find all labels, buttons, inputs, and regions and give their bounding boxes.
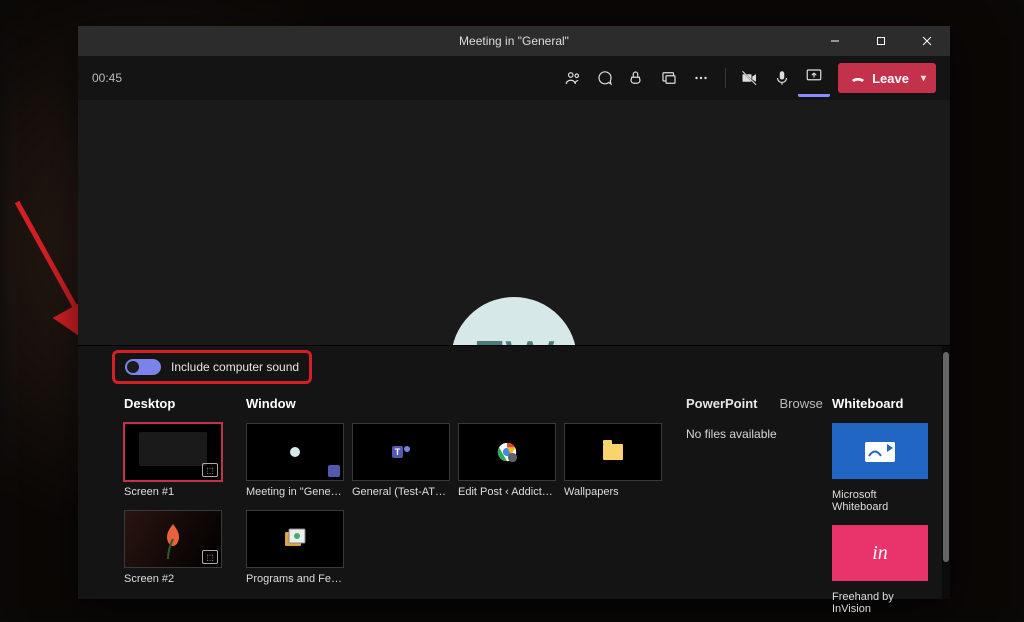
tab-browse[interactable]: Browse [780,396,823,411]
close-button[interactable] [904,26,950,56]
programs-icon [283,528,307,550]
share-window-0[interactable]: Meeting in "General" | M... [246,423,342,498]
no-files-label: No files available [686,427,806,441]
meeting-toolbar: 00:45 Leave ▾ [78,56,950,100]
whiteboard-invision[interactable]: in Freehand by InVision [832,525,928,615]
monitor-icon: ⬚ [202,463,218,477]
mic-icon[interactable] [766,62,798,94]
folder-icon [603,444,623,460]
maximize-button[interactable] [858,26,904,56]
participants-icon[interactable] [557,62,589,94]
whiteboard-section: Whiteboard Microsoft Whiteboard in Freeh… [832,396,928,585]
share-desktop-screen1[interactable]: ⬚ Screen #1 [124,423,220,498]
flower-thumb-icon [158,519,188,559]
section-header-desktop: Desktop [124,396,220,411]
share-desktop-screen2[interactable]: ⬚ Screen #2 [124,510,220,585]
share-icon[interactable] [798,60,830,97]
toolbar-divider [725,68,726,88]
include-sound-highlight: Include computer sound [112,350,312,384]
whiteboard-ms[interactable]: Microsoft Whiteboard [832,423,928,513]
share-tray-scrollbar[interactable] [942,346,950,599]
invision-icon: in [872,542,888,565]
window-title: Meeting in "General" [459,34,569,48]
share-window-3[interactable]: Wallpapers [564,423,660,498]
teams-icon: T [389,440,413,464]
share-window-2[interactable]: Edit Post ‹ AddictiveTips ... [458,423,554,498]
hangup-icon [850,70,866,86]
include-sound-toggle[interactable] [125,359,161,375]
rooms-icon[interactable] [653,62,685,94]
reactions-icon[interactable] [621,62,653,94]
tab-powerpoint[interactable]: PowerPoint [686,396,758,411]
chevron-down-icon: ▾ [921,73,926,84]
share-window-1[interactable]: T General (Test-AT) | Micro... [352,423,448,498]
svg-text:T: T [395,447,401,457]
minimize-button[interactable] [812,26,858,56]
share-tray: Include computer sound Desktop ⬚ Screen … [78,345,950,599]
whiteboard-icon [863,438,897,464]
monitor-icon: ⬚ [202,550,218,564]
powerpoint-section: PowerPoint Browse No files available [686,396,806,585]
more-icon[interactable] [685,62,717,94]
share-window-4[interactable]: Programs and Features [246,510,342,585]
titlebar: Meeting in "General" [78,26,950,56]
chrome-icon [496,441,518,463]
meeting-stage: FW Include computer sound Desktop ⬚ Scre… [78,100,950,599]
chat-icon[interactable] [589,62,621,94]
camera-off-icon[interactable] [734,62,766,94]
teams-icon [328,465,340,477]
desktop-section: Desktop ⬚ Screen #1 ⬚ Screen #2 [124,396,220,585]
section-header-whiteboard: Whiteboard [832,396,928,411]
include-sound-label: Include computer sound [171,360,299,374]
teams-window: Meeting in "General" 00:45 Leave ▾ FW [78,26,950,599]
window-section: Window Meeting in "General" | M... T Gen… [246,396,660,585]
leave-label: Leave [872,71,909,86]
leave-button[interactable]: Leave ▾ [838,63,936,93]
section-header-window: Window [246,396,660,411]
meeting-timer: 00:45 [92,71,122,85]
